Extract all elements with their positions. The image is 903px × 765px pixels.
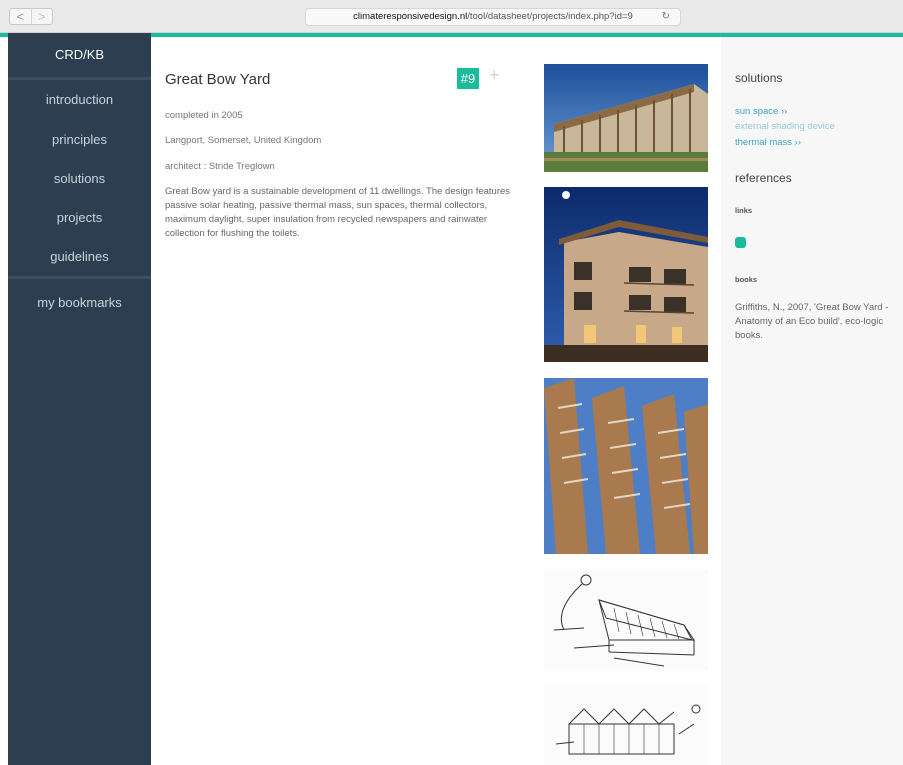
design-sketch-section[interactable]	[544, 570, 708, 670]
reload-icon[interactable]: ↻	[662, 9, 670, 25]
add-bookmark-icon[interactable]: +	[489, 65, 500, 86]
project-description: Great Bow yard is a sustainable developm…	[165, 186, 511, 239]
back-icon[interactable]: <	[10, 9, 31, 24]
divider	[8, 77, 151, 80]
solution-link-external-shading[interactable]: external shading device	[735, 121, 835, 132]
project-sidebar-right: solutions sun space ›› external shading …	[721, 37, 903, 765]
book-reference: Griffiths, N., 2007, 'Great Bow Yard - A…	[735, 302, 889, 341]
project-photo-louvres[interactable]	[544, 378, 708, 554]
project-architect: architect : Stride Treglown	[165, 161, 275, 172]
url-path: /tool/datasheet/projects/index.php?id=9	[467, 11, 633, 22]
project-photo-exterior[interactable]	[544, 64, 708, 172]
sidebar-item-solutions[interactable]: solutions	[8, 171, 151, 186]
sidebar-item-introduction[interactable]: introduction	[8, 92, 151, 107]
project-number-badge: #9	[457, 68, 479, 89]
solution-link-sun-space[interactable]: sun space ››	[735, 106, 787, 117]
project-photo-night[interactable]	[544, 187, 708, 362]
links-label: links	[735, 206, 753, 215]
sidebar-item-guidelines[interactable]: guidelines	[8, 249, 151, 264]
brand-logo[interactable]: CRD/KB	[8, 33, 151, 77]
forward-icon[interactable]: >	[30, 9, 53, 24]
page-title: Great Bow Yard	[165, 71, 271, 88]
external-link-icon[interactable]	[735, 237, 746, 248]
project-location: Langport, Somerset, United Kingdom	[165, 135, 322, 146]
sidebar-item-principles[interactable]: principles	[8, 132, 151, 147]
completed-year: completed in 2005	[165, 110, 243, 121]
browser-toolbar: < > climateresponsivedesign.nl/tool/data…	[0, 0, 903, 33]
solutions-heading: solutions	[735, 71, 783, 85]
sidebar-item-projects[interactable]: projects	[8, 210, 151, 225]
sidebar-item-my-bookmarks[interactable]: my bookmarks	[8, 295, 151, 310]
sidebar: CRD/KB introduction principles solutions…	[8, 33, 151, 765]
references-heading: references	[735, 171, 792, 185]
url-domain: climateresponsivedesign.nl	[353, 11, 468, 22]
address-bar[interactable]: climateresponsivedesign.nl/tool/datashee…	[305, 8, 681, 26]
project-datasheet: Great Bow Yard #9 + completed in 2005 La…	[151, 37, 721, 765]
history-nav: < >	[9, 8, 53, 25]
divider	[8, 276, 151, 279]
solution-link-thermal-mass[interactable]: thermal mass ››	[735, 137, 801, 148]
design-sketch-facade[interactable]	[544, 684, 708, 765]
books-label: books	[735, 275, 758, 284]
